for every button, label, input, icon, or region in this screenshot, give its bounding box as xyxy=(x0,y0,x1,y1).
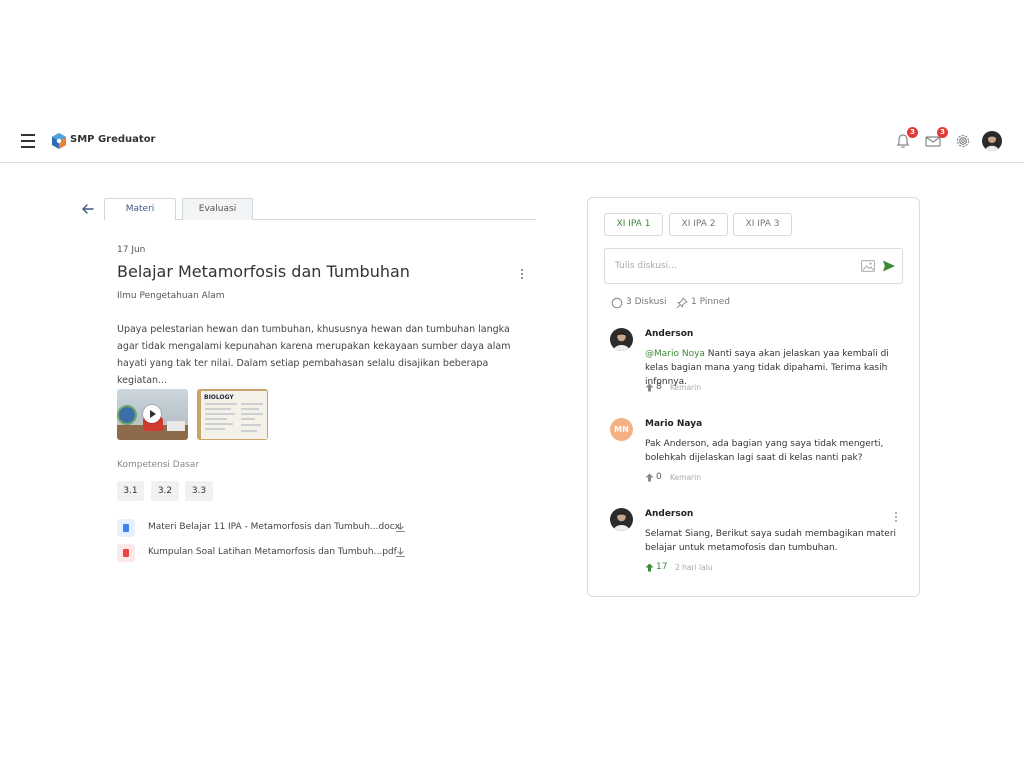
pin-icon xyxy=(676,297,688,309)
comment-time: Kemarin xyxy=(670,473,701,482)
discussion-count-label: 3 Diskusi xyxy=(626,297,667,307)
video-thumbnail[interactable] xyxy=(117,389,188,440)
material-date: 17 Jun xyxy=(117,245,146,255)
file-name: Kumpulan Soal Latihan Metamorfosis dan T… xyxy=(148,547,397,557)
file-item-docx[interactable]: Materi Belajar 11 IPA - Metamorfosis dan… xyxy=(117,519,407,537)
mention-link[interactable]: @Mario Noya xyxy=(645,349,705,359)
upvote-icon[interactable] xyxy=(645,383,654,392)
more-options-icon[interactable] xyxy=(519,267,525,281)
settings-button[interactable] xyxy=(954,132,972,150)
comment-footer: 8 Kemarin xyxy=(645,382,765,394)
material-title: Belajar Metamorfosis dan Tumbuhan xyxy=(117,262,410,281)
play-icon[interactable] xyxy=(143,405,161,423)
comment-text: Pak Anderson, ada bagian yang saya tidak… xyxy=(645,439,884,463)
class-tab-xi-ipa-2[interactable]: XI IPA 2 xyxy=(669,213,728,236)
commenter-name: Anderson xyxy=(645,329,694,339)
user-photo-icon xyxy=(985,135,999,151)
file-item-pdf[interactable]: Kumpulan Soal Latihan Metamorfosis dan T… xyxy=(117,544,407,562)
comment-more-icon[interactable] xyxy=(894,511,898,523)
thumb-caption: BIOLOGY xyxy=(204,394,234,401)
comment-time: 2 hari lalu xyxy=(675,563,713,572)
user-avatar[interactable] xyxy=(982,131,1002,151)
user-photo-icon xyxy=(613,512,630,531)
content-tabs: Materi Evaluasi xyxy=(104,198,536,220)
app-title: SMP Greduator xyxy=(70,134,156,145)
pinned-count[interactable]: 1 Pinned xyxy=(676,297,741,309)
discussion-input-box xyxy=(604,248,903,284)
comment-item: Anderson Selamat Siang, Berikut saya sud… xyxy=(610,508,905,578)
messages-button[interactable]: 3 xyxy=(924,127,948,150)
menu-icon[interactable] xyxy=(21,134,35,148)
top-header: SMP Greduator 3 3 xyxy=(0,120,1024,163)
app-logo-icon xyxy=(52,133,66,149)
notification-bell-button[interactable]: 3 xyxy=(894,127,918,150)
commenter-avatar xyxy=(610,328,633,351)
discussion-panel: XI IPA 1 XI IPA 2 XI IPA 3 3 Diskusi 1 P… xyxy=(587,197,920,597)
vote-count: 8 xyxy=(656,382,662,392)
class-tab-xi-ipa-1[interactable]: XI IPA 1 xyxy=(604,213,663,236)
competency-chip[interactable]: 3.1 xyxy=(117,481,144,501)
file-name: Materi Belajar 11 IPA - Metamorfosis dan… xyxy=(148,522,400,532)
messages-badge: 3 xyxy=(937,127,948,138)
notification-badge: 3 xyxy=(907,127,918,138)
image-thumbnail[interactable]: BIOLOGY xyxy=(197,389,268,440)
comment-icon xyxy=(611,297,623,309)
download-icon[interactable] xyxy=(395,522,406,533)
pdf-file-icon xyxy=(117,544,135,562)
commenter-avatar-initials: MN xyxy=(610,418,633,441)
vote-count: 17 xyxy=(656,562,668,572)
comment-footer: 0 Kemarin xyxy=(645,472,765,484)
pinned-count-label: 1 Pinned xyxy=(691,297,730,307)
tab-materi[interactable]: Materi xyxy=(104,198,176,220)
gear-icon xyxy=(956,134,970,148)
discussion-count: 3 Diskusi xyxy=(611,297,676,309)
image-attach-icon[interactable] xyxy=(861,260,875,272)
class-tab-xi-ipa-3[interactable]: XI IPA 3 xyxy=(733,213,792,236)
send-icon[interactable] xyxy=(882,259,896,273)
biology-notes-image: BIOLOGY xyxy=(201,391,267,439)
discussion-input[interactable] xyxy=(615,258,855,274)
comment-text: Selamat Siang, Berikut saya sudah membag… xyxy=(645,529,897,553)
docx-file-icon xyxy=(117,519,135,537)
comment-item: Anderson @Mario Noya Nanti saya akan jel… xyxy=(610,328,905,398)
competency-chip[interactable]: 3.2 xyxy=(151,481,179,501)
comment-footer: 17 2 hari lalu xyxy=(645,562,765,574)
commenter-name: Mario Naya xyxy=(645,419,703,429)
tab-evaluasi[interactable]: Evaluasi xyxy=(182,198,253,220)
user-photo-icon xyxy=(613,332,630,351)
vote-count: 0 xyxy=(656,472,662,482)
commenter-avatar xyxy=(610,508,633,531)
commenter-name: Anderson xyxy=(645,509,694,519)
material-description: Upaya pelestarian hewan dan tumbuhan, kh… xyxy=(117,324,511,386)
comment-item: MN Mario Naya Pak Anderson, ada bagian y… xyxy=(610,418,905,488)
material-subject: Ilmu Pengetahuan Alam xyxy=(117,291,225,301)
competency-label: Kompetensi Dasar xyxy=(117,460,200,470)
upvote-icon[interactable] xyxy=(645,473,654,482)
comment-time: Kemarin xyxy=(670,383,701,392)
competency-chip[interactable]: 3.3 xyxy=(185,481,213,501)
back-arrow-icon[interactable] xyxy=(80,201,96,217)
download-icon[interactable] xyxy=(395,547,406,558)
upvote-icon[interactable] xyxy=(645,563,654,572)
